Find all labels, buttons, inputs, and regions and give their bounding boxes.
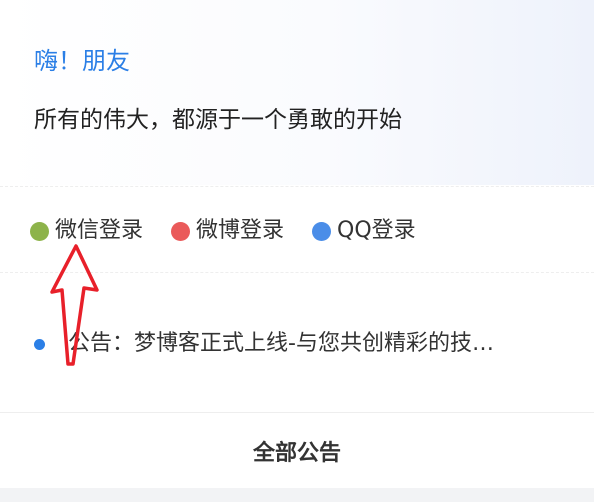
- notice-link[interactable]: 公告：梦博客正式上线-与您共创精彩的技…: [68, 328, 494, 360]
- weibo-dot-icon: [171, 221, 191, 241]
- greeting-text: 嗨！朋友: [34, 47, 130, 75]
- welcome-card: 嗨！朋友 所有的伟大，都源于一个勇敢的开始: [0, 0, 594, 185]
- motto-text: 所有的伟大，都源于一个勇敢的开始: [34, 107, 402, 133]
- weibo-login-button[interactable]: 微博登录: [171, 215, 284, 247]
- divider: [0, 186, 594, 187]
- bottom-strip: [0, 488, 594, 502]
- qq-login-button[interactable]: QQ登录: [312, 215, 416, 247]
- social-login-row: 微信登录 微博登录 QQ登录: [30, 214, 444, 248]
- notice-item: 公告：梦博客正式上线-与您共创精彩的技…: [34, 327, 574, 361]
- divider: [0, 272, 594, 273]
- qq-dot-icon: [312, 221, 332, 241]
- all-notices-button[interactable]: 全部公告: [0, 413, 594, 488]
- wechat-login-button[interactable]: 微信登录: [30, 215, 143, 247]
- wechat-login-label: 微信登录: [55, 218, 144, 243]
- notice-bullet-icon: [34, 338, 45, 350]
- wechat-dot-icon: [30, 221, 49, 241]
- qq-login-label: QQ登录: [337, 218, 416, 243]
- weibo-login-label: 微博登录: [196, 218, 285, 243]
